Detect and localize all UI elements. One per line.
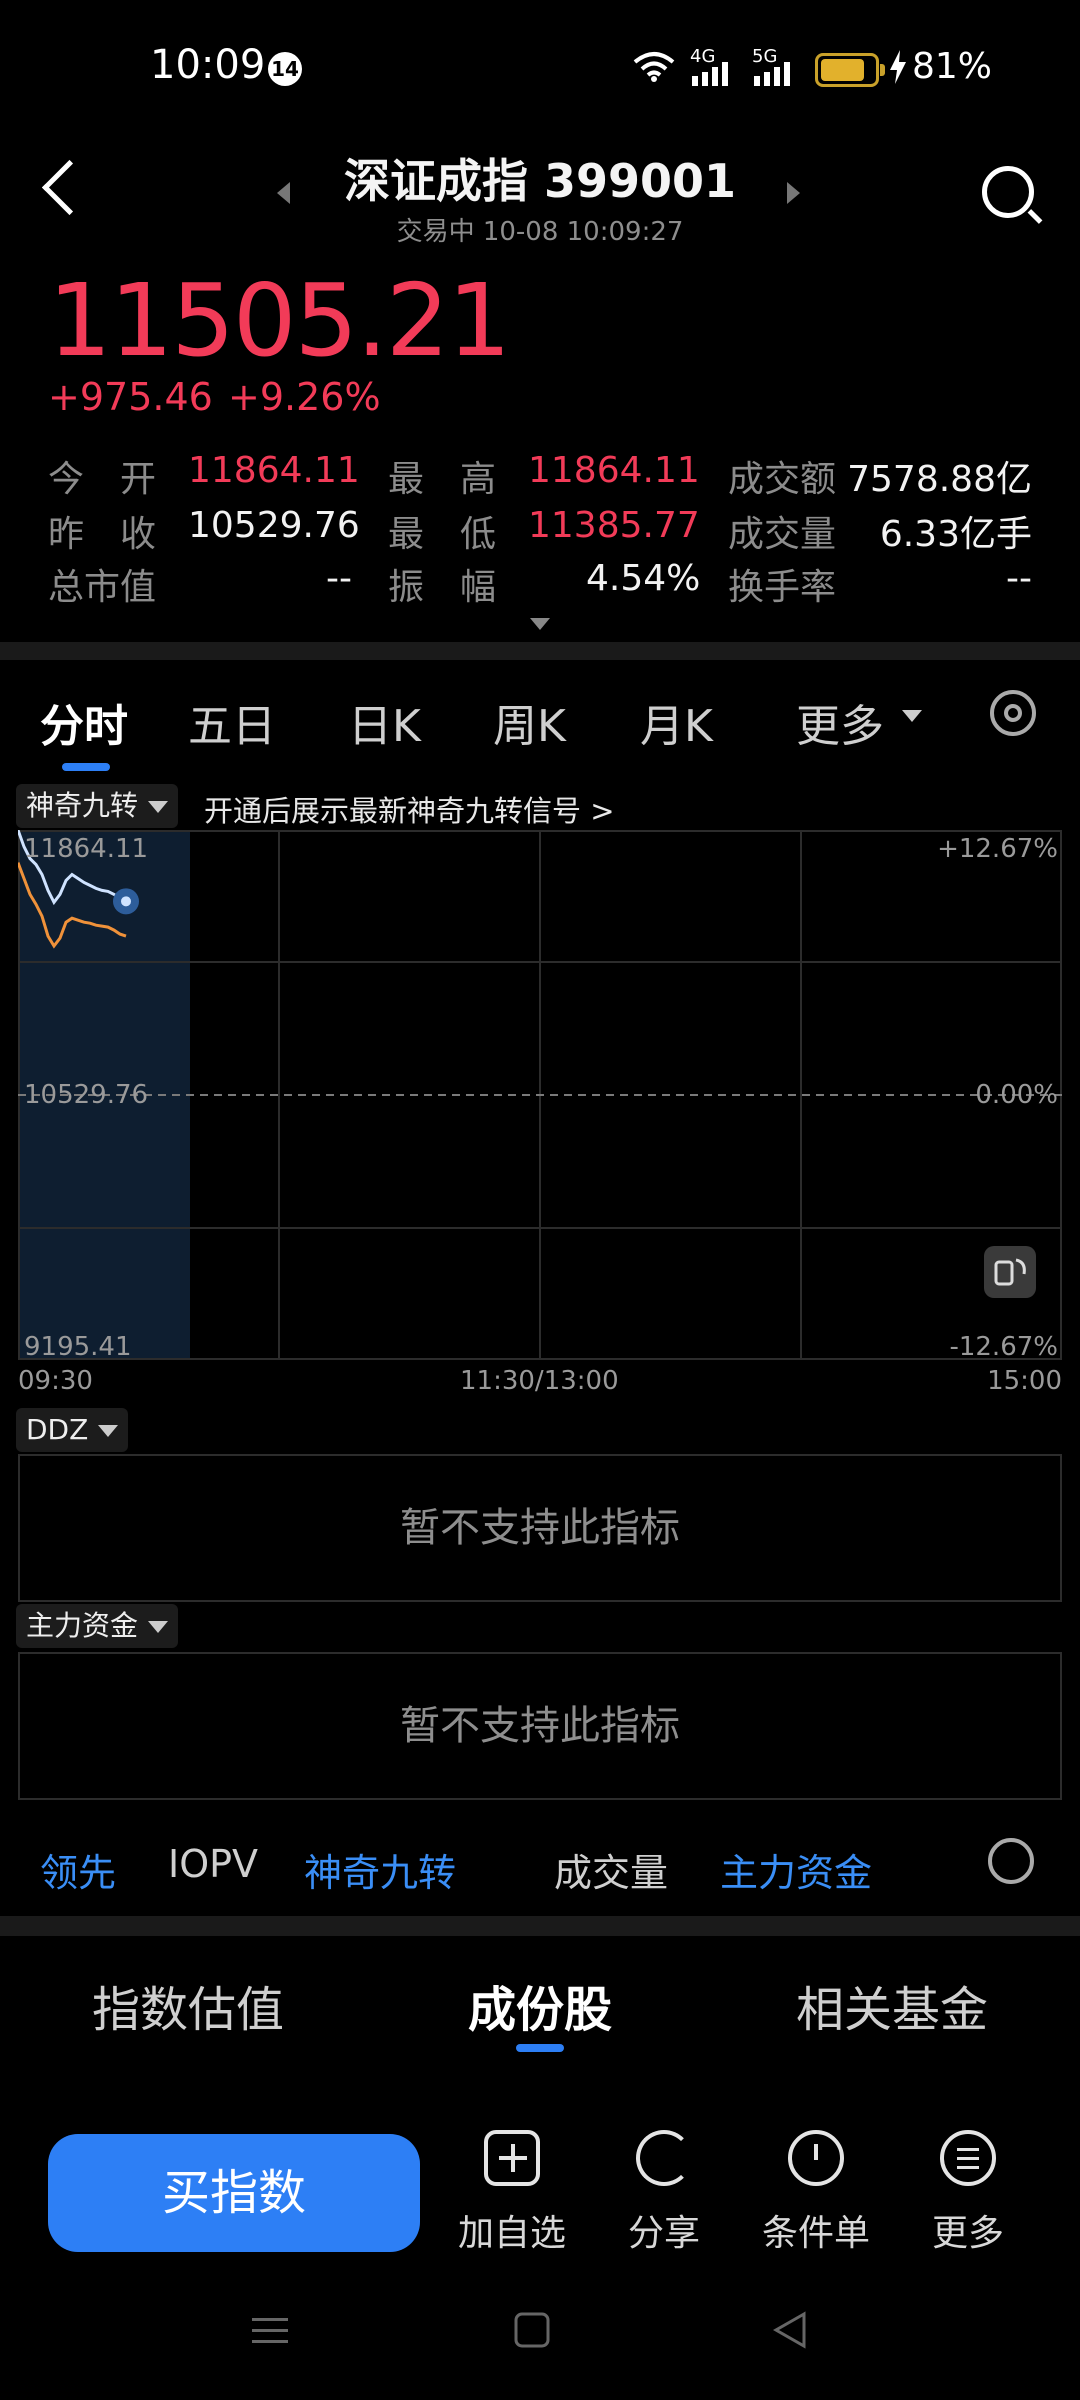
y-label-bottom: 9195.41	[24, 1332, 132, 1362]
conditional-order-label: 条件单	[761, 2213, 870, 2254]
price-change: +975.46	[48, 375, 213, 419]
tab-constituents[interactable]: 成份股	[468, 1970, 612, 2040]
indicator-lead[interactable]: 领先	[40, 1842, 116, 1897]
amount-value: 7578.88亿	[847, 459, 1032, 500]
x-label-start: 09:30	[18, 1366, 93, 1396]
main-fund-panel: 暂不支持此指标	[18, 1652, 1062, 1800]
add-watchlist-label: 加自选	[457, 2213, 566, 2254]
charging-icon	[890, 50, 906, 84]
y-label-mid: 10529.76	[24, 1080, 149, 1110]
home-icon[interactable]	[512, 2310, 552, 2350]
magic-nine-chip[interactable]: 神奇九转	[16, 784, 179, 828]
market-cap-value: --	[326, 558, 352, 599]
more-label: 更多	[931, 2213, 1004, 2254]
indicator-settings-icon[interactable]	[988, 1838, 1034, 1884]
low-value: 11385.77	[528, 505, 700, 546]
search-icon[interactable]	[982, 166, 1034, 218]
notification-badge: 14	[268, 52, 302, 86]
signal-icon	[692, 62, 728, 86]
back-nav-icon[interactable]	[770, 2310, 810, 2350]
tab-daily-k[interactable]: 日K	[348, 690, 421, 754]
y-right-label-top: +12.67%	[937, 834, 1058, 864]
amount-label: 成交额	[728, 459, 837, 500]
battery-icon	[815, 53, 885, 87]
tab-underline	[62, 763, 110, 771]
y-right-label-mid: 0.00%	[975, 1080, 1058, 1110]
page-title: 深证成指 399001	[343, 154, 737, 208]
main-fund-label: 主力资金	[26, 1609, 139, 1642]
add-watchlist-button[interactable]: 加自选	[452, 2130, 572, 2256]
battery-percent: 81%	[912, 46, 993, 87]
x-label-end: 15:00	[987, 1366, 1062, 1396]
share-icon	[636, 2130, 692, 2186]
current-price: 11505.21	[48, 262, 511, 379]
current-point	[121, 896, 131, 907]
chevron-down-icon	[902, 710, 922, 722]
recents-icon[interactable]	[250, 2310, 290, 2350]
dropdown-icon	[148, 801, 169, 813]
wifi-icon	[633, 52, 675, 82]
volume-label: 成交量	[728, 514, 837, 555]
tab-intraday[interactable]: 分时	[40, 690, 128, 754]
indicator-iopv[interactable]: IOPV	[168, 1842, 258, 1886]
clock-icon	[788, 2130, 844, 2186]
ddz-panel: 暂不支持此指标	[18, 1454, 1062, 1602]
amplitude-value: 4.54%	[586, 558, 701, 599]
ddz-label: DDZ	[26, 1413, 89, 1446]
tab-related-funds[interactable]: 相关基金	[796, 1970, 988, 2040]
plus-icon	[484, 2130, 540, 2186]
indicator-magic-nine[interactable]: 神奇九转	[304, 1842, 456, 1897]
open-label: 今 开	[48, 459, 157, 500]
magic-nine-label: 神奇九转	[26, 789, 139, 822]
main-fund-chip[interactable]: 主力资金	[16, 1604, 179, 1648]
share-label: 分享	[627, 2213, 700, 2254]
bottom-tab-underline	[516, 2044, 564, 2052]
y-label-top: 11864.11	[24, 834, 149, 864]
section-divider	[0, 642, 1080, 660]
prev-close-label: 昨 收	[48, 514, 157, 555]
turnover-value: --	[1006, 558, 1032, 599]
ddz-chip[interactable]: DDZ	[16, 1408, 129, 1452]
trading-status: 交易中 10-08 10:09:27	[396, 217, 684, 247]
indicator-main-fund[interactable]: 主力资金	[720, 1842, 872, 1897]
dropdown-icon	[98, 1425, 119, 1437]
buy-index-button[interactable]: 买指数	[48, 2134, 420, 2252]
next-index-icon[interactable]	[787, 182, 800, 204]
menu-icon	[940, 2130, 996, 2186]
tab-weekly-k[interactable]: 周K	[493, 690, 566, 754]
expand-stats-icon[interactable]	[530, 618, 550, 630]
rotate-screen-icon[interactable]	[984, 1246, 1036, 1298]
tab-monthly-k[interactable]: 月K	[640, 690, 713, 754]
signal-icon-2	[754, 62, 790, 86]
y-right-label-bottom: -12.67%	[949, 1332, 1058, 1362]
x-label-mid: 11:30/13:00	[460, 1366, 619, 1396]
tab-index-valuation[interactable]: 指数估值	[92, 1970, 284, 2040]
price-change-pct: +9.26%	[228, 375, 381, 419]
amplitude-label: 振 幅	[388, 567, 497, 608]
tab-five-day[interactable]: 五日	[188, 690, 276, 754]
status-time: 10:09	[150, 42, 266, 88]
volume-value: 6.33亿手	[879, 514, 1032, 555]
section-divider-2	[0, 1916, 1080, 1936]
more-button[interactable]: 更多	[908, 2130, 1028, 2256]
intraday-chart[interactable]	[18, 830, 1062, 1360]
prev-close-value: 10529.76	[188, 505, 360, 546]
tab-more[interactable]: 更多	[796, 690, 884, 754]
turnover-label: 换手率	[728, 567, 837, 608]
status-bar: 10:09 14 4G 5G 81%	[0, 0, 1080, 140]
share-button[interactable]: 分享	[604, 2130, 724, 2256]
indicator-volume[interactable]: 成交量	[554, 1842, 668, 1897]
open-value: 11864.11	[188, 450, 360, 491]
promo-link[interactable]: 开通后展示最新神奇九转信号 >	[204, 788, 615, 830]
low-label: 最 低	[388, 514, 497, 555]
dropdown-icon	[148, 1621, 169, 1633]
settings-icon[interactable]	[990, 690, 1036, 736]
high-value: 11864.11	[528, 450, 700, 491]
conditional-order-button[interactable]: 条件单	[756, 2130, 876, 2256]
market-cap-label: 总市值	[48, 567, 157, 608]
high-label: 最 高	[388, 459, 497, 500]
